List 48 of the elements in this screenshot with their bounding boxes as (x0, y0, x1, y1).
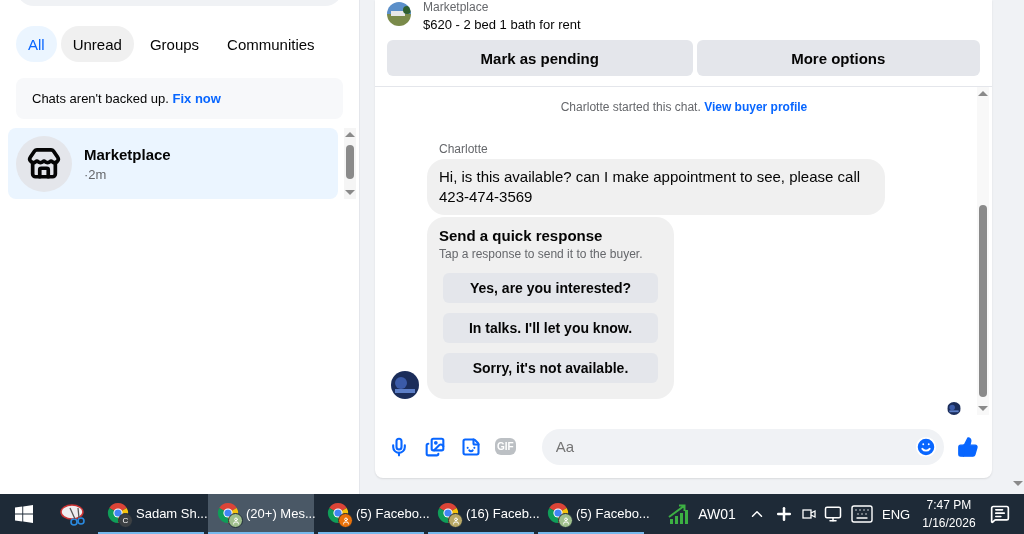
seen-avatar (947, 402, 961, 415)
chat-name: Marketplace (84, 145, 171, 163)
taskbar-app-label: (20+) Mes... (246, 505, 316, 521)
chat-time: ·2m (84, 166, 108, 182)
growth-chart-icon[interactable] (668, 504, 691, 524)
thumbs-up-icon[interactable] (956, 434, 980, 459)
keyboard-icon[interactable] (850, 502, 874, 526)
more-options-button[interactable]: More options (696, 40, 980, 76)
filter-tab[interactable]: Unread (60, 26, 134, 62)
scroll-down-arrow[interactable] (1013, 481, 1023, 486)
filter-tab[interactable]: Communities (215, 26, 327, 62)
quick-reply-button[interactable]: Yes, are you interested? (443, 273, 658, 303)
emoji-icon[interactable] (914, 434, 938, 459)
notifications-icon[interactable] (989, 504, 1010, 524)
quick-reply-button[interactable]: In talks. I'll let you know. (443, 313, 658, 343)
sender-name: Charlotte (439, 142, 489, 156)
scrollbar[interactable] (344, 128, 356, 199)
taskbar-app-label: (5) Facebo... (356, 505, 430, 521)
backup-notice: Chats aren't backed up. Fix now (16, 78, 343, 119)
listing-source: Marketplace (423, 0, 490, 15)
scissors-icon[interactable] (60, 502, 86, 526)
fix-now-link[interactable]: Fix now (172, 91, 221, 106)
chat-started-notice: Charlotte started this chat. View buyer profile (559, 100, 809, 114)
mark-pending-button[interactable]: Mark as pending (387, 40, 693, 76)
scrollbar[interactable] (977, 87, 989, 415)
message-input[interactable]: Aa (553, 437, 914, 456)
chat-item[interactable]: Marketplace ·2m (8, 128, 338, 199)
account-badge: C (118, 513, 133, 528)
filter-tab[interactable]: Groups (137, 26, 212, 62)
quick-reply-button[interactable]: Sorry, it's not available. (443, 353, 658, 383)
monitor-icon[interactable] (824, 505, 842, 523)
input-language[interactable]: ENG (882, 506, 911, 522)
taskbar-app-label: (16) Faceb... (466, 505, 540, 521)
filter-tab[interactable]: All (16, 26, 57, 62)
quick-response-hint: Tap a response to send it to the buyer. (439, 247, 644, 261)
taskbar-app[interactable]: (20+) Mes... (208, 494, 314, 534)
windows-logo-icon[interactable] (15, 505, 33, 523)
message-box[interactable]: Aa (541, 428, 944, 465)
taskbar-app-label: (5) Facebo... (576, 505, 650, 521)
clock[interactable]: 7:47 PM 1/16/2026 (922, 496, 976, 532)
sender-avatar (391, 371, 419, 399)
listing-title: $620 - 2 bed 1 bath for rent (423, 16, 581, 34)
plus-icon[interactable] (774, 504, 794, 524)
quick-response-title: Send a quick response (439, 227, 604, 244)
listing-thumbnail (387, 2, 411, 26)
message-bubble: Hi, is this available? can I make appointment to see, please call 423-474-3569 (427, 159, 885, 215)
view-profile-link[interactable]: View buyer profile (704, 100, 808, 114)
taskbar-app-label: AW01 (698, 506, 736, 522)
